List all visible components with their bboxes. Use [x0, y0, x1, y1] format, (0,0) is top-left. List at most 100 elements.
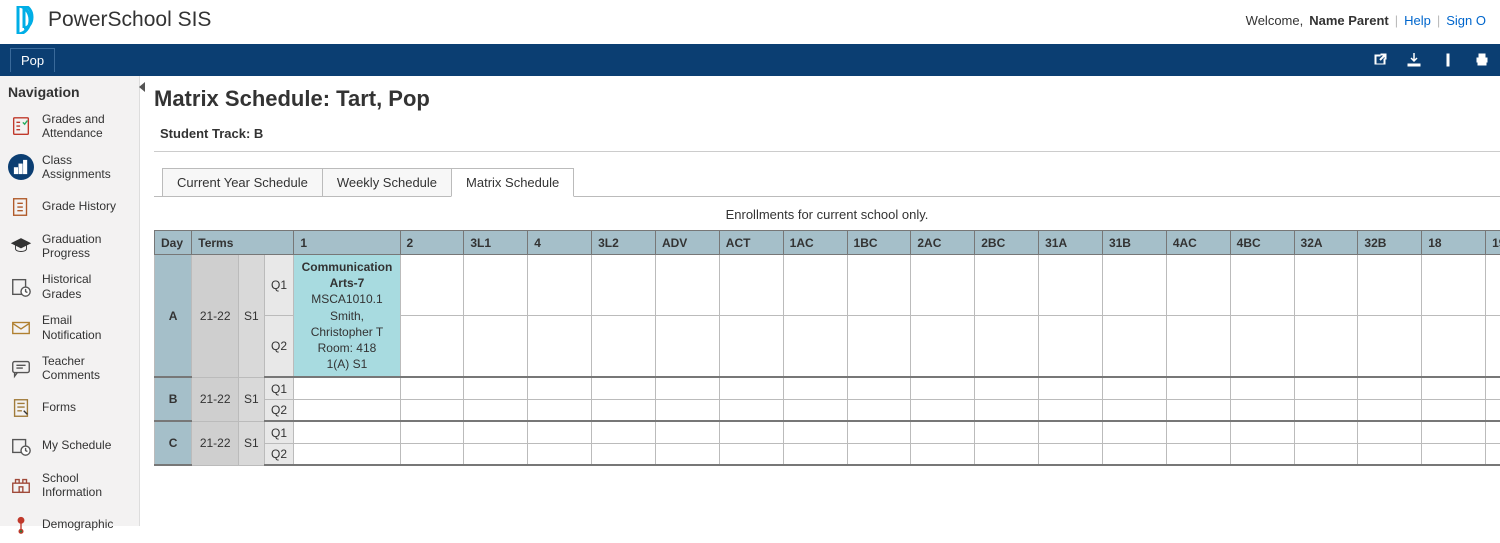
nav-label: Graduation Progress	[42, 232, 131, 261]
nav-label: Grade History	[42, 199, 131, 213]
nav-sidebar: Navigation Grades and Attendance Class A…	[0, 76, 140, 526]
graduation-icon	[8, 233, 34, 259]
day-cell: A	[155, 255, 192, 378]
matrix-header-row: Day Terms 1 2 3L1 4 3L2 ADV ACT 1AC 1BC …	[155, 231, 1500, 255]
sem-cell: S1	[239, 377, 265, 421]
qtr-cell: Q2	[264, 399, 294, 421]
tab-weekly[interactable]: Weekly Schedule	[322, 168, 452, 197]
nav-class-assignments[interactable]: Class Assignments	[0, 147, 139, 188]
forms-icon	[8, 395, 34, 421]
tab-matrix[interactable]: Matrix Schedule	[451, 168, 574, 197]
top-header: PowerSchool SIS Welcome, Name Parent | H…	[0, 0, 1500, 44]
school-icon	[8, 472, 34, 498]
nav-label: Demographic	[42, 517, 131, 531]
nav-label: Teacher Comments	[42, 354, 131, 383]
powerschool-logo-icon	[14, 6, 38, 34]
grade-history-icon	[8, 194, 34, 220]
page-title: Matrix Schedule: Tart, Pop	[154, 86, 1500, 112]
row-b-q1: B 21-22 S1 Q1	[155, 377, 1500, 399]
day-cell: C	[155, 421, 192, 465]
welcome-prefix: Welcome,	[1246, 13, 1304, 28]
col-1bc: 1BC	[847, 231, 911, 255]
col-4ac: 4AC	[1166, 231, 1230, 255]
nav-grade-history[interactable]: Grade History	[0, 188, 139, 226]
col-adv: ADV	[655, 231, 719, 255]
sem-cell: S1	[239, 255, 265, 378]
qtr-cell: Q1	[264, 377, 294, 399]
nav-school-information[interactable]: School Information	[0, 465, 139, 506]
class-assignments-icon	[8, 154, 34, 180]
bluestrip-actions	[1372, 52, 1490, 68]
tab-current-year[interactable]: Current Year Schedule	[162, 168, 323, 197]
brand-text: PowerSchool SIS	[48, 8, 211, 32]
col-day: Day	[155, 231, 192, 255]
row-a-q1: A 21-22 S1 Q1 Communication Arts-7 MSCA1…	[155, 255, 1500, 316]
nav-demographic[interactable]: Demographic	[0, 505, 139, 543]
enrollment-note: Enrollments for current school only.	[154, 197, 1500, 230]
matrix-table: Day Terms 1 2 3L1 4 3L2 ADV ACT 1AC 1BC …	[154, 230, 1500, 466]
help-link[interactable]: Help	[1404, 13, 1431, 28]
qtr-cell: Q1	[264, 421, 294, 443]
col-4bc: 4BC	[1230, 231, 1294, 255]
student-tab[interactable]: Pop	[10, 48, 55, 72]
nav-grades-attendance[interactable]: Grades and Attendance	[0, 106, 139, 147]
col-31b: 31B	[1102, 231, 1166, 255]
welcome-name: Name Parent	[1309, 13, 1388, 28]
download-icon[interactable]	[1406, 52, 1422, 68]
col-3l2: 3L2	[592, 231, 656, 255]
col-32b: 32B	[1358, 231, 1422, 255]
col-2ac: 2AC	[911, 231, 975, 255]
demographic-icon	[8, 511, 34, 537]
qtr-cell: Q1	[264, 255, 294, 316]
schedule-tabs: Current Year Schedule Weekly Schedule Ma…	[162, 168, 1500, 197]
nav-label: Forms	[42, 400, 131, 414]
external-link-icon[interactable]	[1372, 52, 1388, 68]
col-3l1: 3L1	[464, 231, 528, 255]
email-icon	[8, 315, 34, 341]
nav-email-notification[interactable]: Email Notification	[0, 307, 139, 348]
col-19: 19	[1486, 231, 1500, 255]
course-room: Room: 418	[298, 340, 395, 356]
year-cell: 21-22	[192, 377, 239, 421]
nav-forms[interactable]: Forms	[0, 389, 139, 427]
col-2bc: 2BC	[975, 231, 1039, 255]
nav-label: Historical Grades	[42, 272, 131, 301]
day-cell: B	[155, 377, 192, 421]
col-32a: 32A	[1294, 231, 1358, 255]
nav-label: Grades and Attendance	[42, 112, 131, 141]
nav-teacher-comments[interactable]: Teacher Comments	[0, 348, 139, 389]
col-4: 4	[528, 231, 592, 255]
row-c-q1: C 21-22 S1 Q1	[155, 421, 1500, 443]
row-c-q2: Q2	[155, 443, 1500, 465]
historical-grades-icon	[8, 274, 34, 300]
brand: PowerSchool SIS	[14, 6, 211, 34]
print-icon[interactable]	[1474, 52, 1490, 68]
course-code: MSCA1010.1	[298, 291, 395, 307]
col-1ac: 1AC	[783, 231, 847, 255]
student-track: Student Track: B	[160, 126, 1500, 141]
course-cell[interactable]: Communication Arts-7 MSCA1010.1 Smith, C…	[294, 255, 400, 378]
nav-title: Navigation	[0, 76, 139, 106]
top-right-links: Welcome, Name Parent | Help | Sign O	[1246, 13, 1486, 28]
schedule-icon	[8, 433, 34, 459]
sidebar-collapse-handle[interactable]	[139, 82, 147, 94]
student-bar: Pop	[0, 44, 1500, 76]
nav-graduation-progress[interactable]: Graduation Progress	[0, 226, 139, 267]
qtr-cell: Q2	[264, 315, 294, 377]
nav-label: My Schedule	[42, 438, 131, 452]
signout-link[interactable]: Sign O	[1446, 13, 1486, 28]
nav-label: School Information	[42, 471, 131, 500]
sem-cell: S1	[239, 421, 265, 465]
comments-icon	[8, 355, 34, 381]
course-slot: 1(A) S1	[298, 356, 395, 372]
col-1: 1	[294, 231, 400, 255]
matrix-table-wrap: Day Terms 1 2 3L1 4 3L2 ADV ACT 1AC 1BC …	[154, 230, 1500, 466]
nav-historical-grades[interactable]: Historical Grades	[0, 266, 139, 307]
year-cell: 21-22	[192, 421, 239, 465]
col-18: 18	[1422, 231, 1486, 255]
course-teacher: Smith, Christopher T	[298, 308, 395, 340]
col-terms: Terms	[192, 231, 294, 255]
col-31a: 31A	[1039, 231, 1103, 255]
alert-icon[interactable]	[1440, 52, 1456, 68]
nav-my-schedule[interactable]: My Schedule	[0, 427, 139, 465]
